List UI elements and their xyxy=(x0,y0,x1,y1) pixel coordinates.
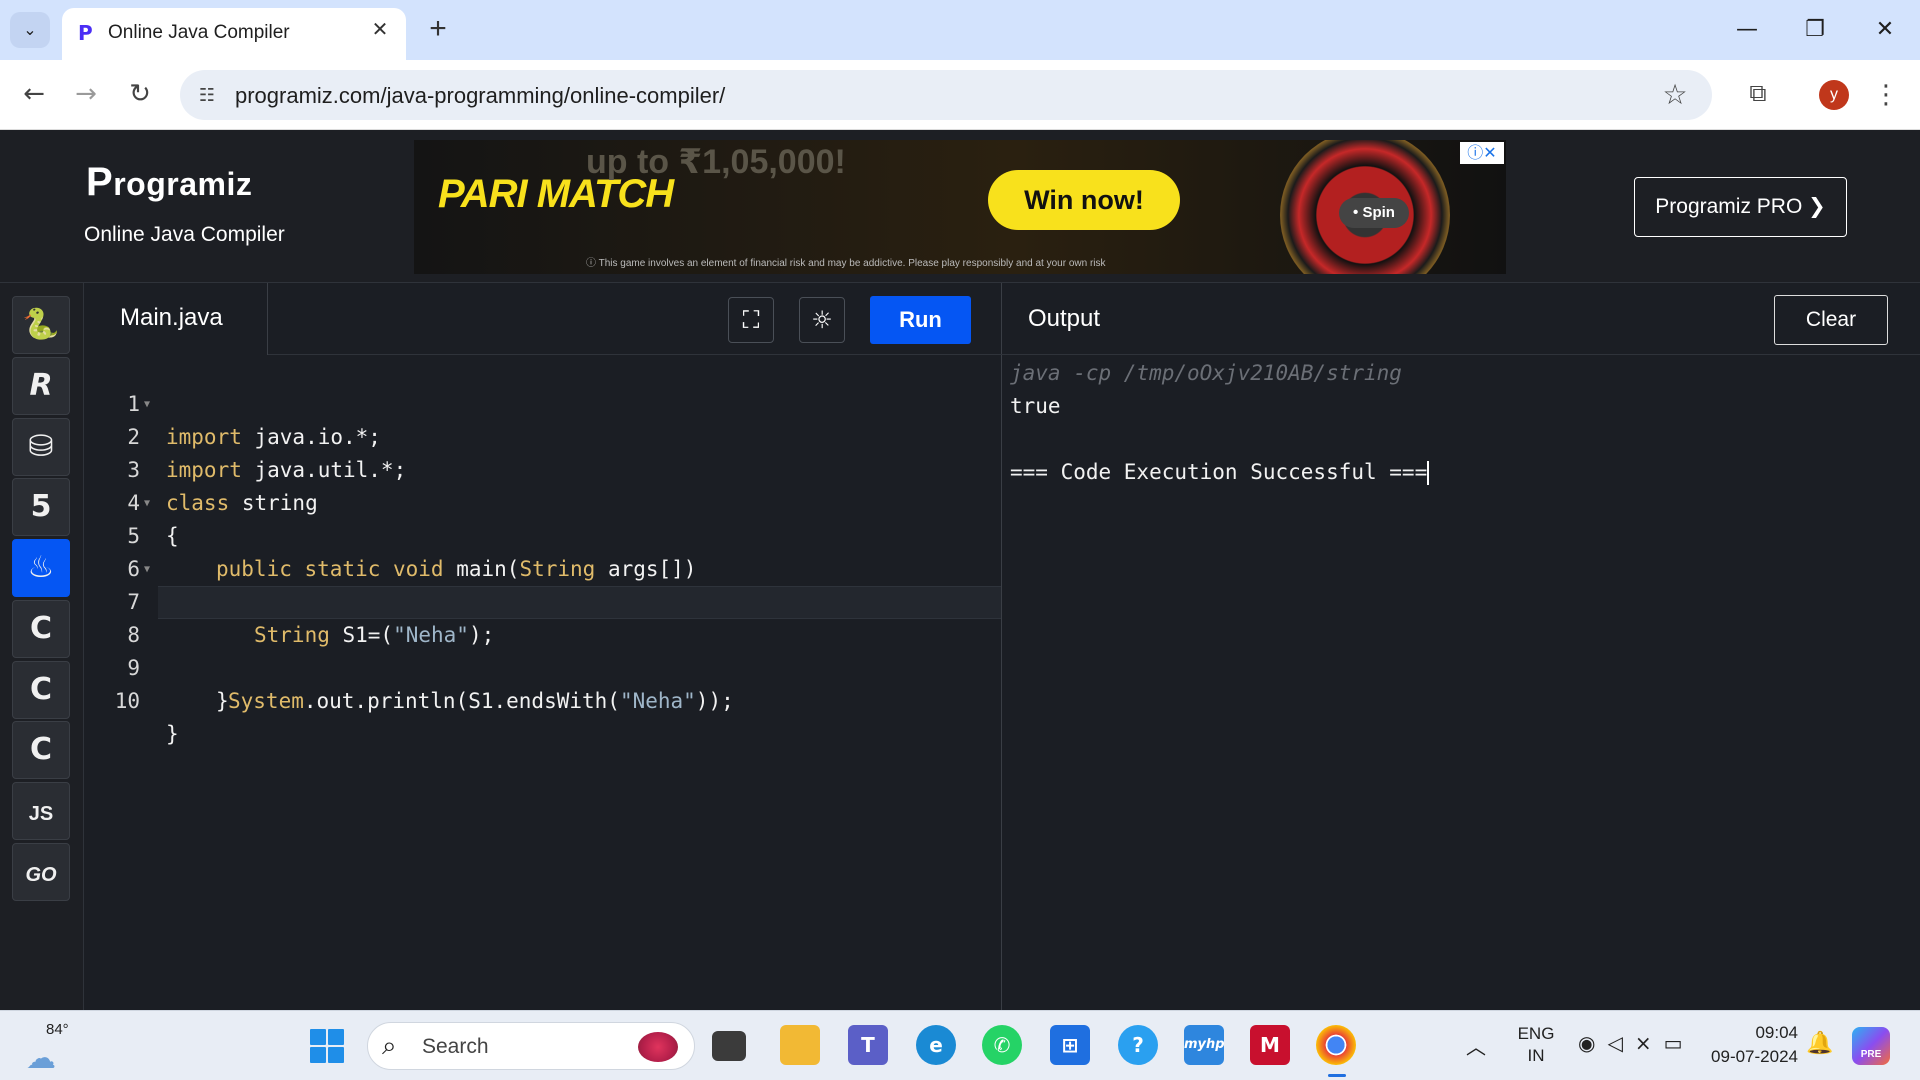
microsoft-store-icon[interactable]: ⊞ xyxy=(1050,1025,1090,1065)
editor-pane: Main.java ⛶ ☼ Run 1 ▼ import java.io.*; 2… xyxy=(84,283,1002,1010)
programiz-favicon-icon: P xyxy=(78,21,93,45)
code-line: 1 ▼ import java.io.*; xyxy=(84,355,1001,449)
ad-disclaimer: ⓘ This game involves an element of finan… xyxy=(586,258,1106,269)
weather-temperature: 84° xyxy=(46,1021,69,1038)
output-console[interactable]: java -cp /tmp/oOxjv210AB/string true === … xyxy=(1010,357,1430,489)
output-command: java -cp /tmp/oOxjv210AB/string xyxy=(1010,361,1402,385)
site-info-icon[interactable]: ☷ xyxy=(194,82,220,108)
text-cursor xyxy=(1427,461,1430,485)
mcafee-icon[interactable]: M xyxy=(1250,1025,1290,1065)
code-line: 9 } xyxy=(127,656,229,713)
input-language-indicator[interactable]: ENG IN xyxy=(1516,1023,1556,1067)
go-icon[interactable]: GO xyxy=(12,843,70,901)
reload-icon[interactable]: ↻ xyxy=(120,74,160,114)
ad-win-now-button[interactable]: Win now! xyxy=(988,170,1180,230)
browser-menu-icon[interactable]: ⋮ xyxy=(1868,74,1904,114)
code-line-current: 8 System.out.println(S1.endsWith("Neha")… xyxy=(84,586,1001,713)
code-line: 3 class string xyxy=(127,458,318,515)
code-line: 5 public static void main(String args[]) xyxy=(127,524,697,581)
theme-toggle-sun-icon[interactable]: ☼ xyxy=(799,297,845,343)
tab-title: Online Java Compiler xyxy=(108,22,290,43)
taskbar-search-box[interactable]: ⌕ Search xyxy=(367,1022,695,1070)
output-result: true xyxy=(1010,394,1061,418)
site-header: Programiz Online Java Compiler PARI MATC… xyxy=(0,130,1920,283)
tab-close-icon[interactable]: ✕ xyxy=(368,18,392,42)
file-explorer-icon[interactable] xyxy=(780,1025,820,1065)
python-icon[interactable]: 🐍 xyxy=(12,296,70,354)
search-icon: ⌕ xyxy=(382,1031,397,1061)
ad-banner[interactable]: PARI MATCH up to ₹1,05,000! Win now! • S… xyxy=(414,140,1506,274)
windows-start-icon[interactable] xyxy=(310,1029,344,1063)
address-bar[interactable]: ☷ programiz.com/java-programming/online-… xyxy=(180,70,1712,120)
chrome-icon[interactable] xyxy=(1316,1025,1356,1077)
url-text[interactable]: programiz.com/java-programming/online-co… xyxy=(235,83,725,109)
file-tab-main-java[interactable]: Main.java xyxy=(84,283,268,355)
r-icon[interactable]: R xyxy=(12,357,70,415)
programiz-pro-button[interactable]: Programiz PRO ❯ xyxy=(1634,177,1847,237)
browser-toolbar: ← → ↻ ☷ programiz.com/java-programming/o… xyxy=(0,60,1920,130)
compiler-title: Online Java Compiler xyxy=(84,223,285,246)
programiz-logo[interactable]: Programiz xyxy=(86,160,252,205)
fullscreen-icon[interactable]: ⛶ xyxy=(728,297,774,343)
notification-bell-icon[interactable]: 🔔 xyxy=(1806,1031,1833,1056)
csharp-icon[interactable]: C xyxy=(12,721,70,779)
edge-icon[interactable]: e xyxy=(916,1025,956,1065)
get-help-icon[interactable]: ? xyxy=(1118,1025,1158,1065)
code-editor[interactable]: 1 ▼ import java.io.*; 2 import java.util.… xyxy=(84,355,1002,1010)
whatsapp-icon[interactable]: ✆ xyxy=(982,1025,1022,1065)
language-sidebar: 🐍 R ⛁ 5 ♨ C C C JS GO xyxy=(0,283,84,1010)
taskbar-clock[interactable]: 09:04 09-07-2024 xyxy=(1698,1021,1798,1069)
close-window-button[interactable]: ✕ xyxy=(1860,10,1910,50)
profile-avatar[interactable]: y xyxy=(1819,80,1849,110)
javascript-icon[interactable]: JS xyxy=(12,782,70,840)
restore-button[interactable]: ❐ xyxy=(1790,10,1840,50)
run-button[interactable]: Run xyxy=(870,296,971,344)
output-status: === Code Execution Successful === xyxy=(1010,460,1428,484)
wifi-icon: ◉ xyxy=(1578,1031,1608,1055)
minimize-button[interactable]: — xyxy=(1722,10,1772,50)
code-line: 2 import java.util.*; xyxy=(127,425,407,482)
back-arrow-icon[interactable]: ← xyxy=(14,74,54,114)
cloud-icon: ☁ xyxy=(26,1042,56,1075)
show-hidden-icons-chevron-icon[interactable]: ︿ xyxy=(1466,1031,1490,1061)
battery-icon: ▭ xyxy=(1663,1031,1695,1055)
taskbar-search-placeholder: Search xyxy=(422,1035,489,1058)
browser-tab-bar: ⌄ P Online Java Compiler ✕ + — ❐ ✕ xyxy=(0,0,1920,60)
bookmark-star-icon[interactable]: ☆ xyxy=(1658,78,1692,112)
myhp-icon[interactable]: myhp xyxy=(1184,1025,1225,1065)
search-highlight-image xyxy=(638,1032,678,1062)
code-line: 7 String S1=("Neha"); xyxy=(127,590,495,647)
c-icon[interactable]: C xyxy=(12,600,70,658)
ad-choices-icon[interactable]: ⓘ✕ xyxy=(1460,142,1504,164)
clear-button[interactable]: Clear xyxy=(1774,295,1888,345)
code-line: 4 ▼ { xyxy=(84,454,1001,548)
editor-header: Main.java ⛶ ☼ Run xyxy=(84,283,1002,355)
output-pane: Output Clear java -cp /tmp/oOxjv210AB/st… xyxy=(1002,283,1920,1010)
speaker-muted-icon: ◁× xyxy=(1607,1031,1664,1055)
browser-tab[interactable]: P Online Java Compiler ✕ xyxy=(62,8,406,60)
cpp-icon[interactable]: C xyxy=(12,661,70,719)
code-line: 10 } xyxy=(114,689,179,746)
copilot-icon[interactable]: PRE xyxy=(1852,1027,1890,1065)
weather-widget[interactable]: ☁ 84° xyxy=(26,1021,76,1075)
java-icon[interactable]: ♨ xyxy=(12,539,70,597)
tab-search-chevron-icon[interactable]: ⌄ xyxy=(10,12,50,48)
html5-icon[interactable]: 5 xyxy=(12,478,70,536)
task-view-icon[interactable] xyxy=(712,1031,746,1061)
sql-database-icon[interactable]: ⛁ xyxy=(12,418,70,476)
output-header: Output Clear xyxy=(1002,283,1920,355)
ad-spin-label: • Spin xyxy=(1339,198,1409,228)
new-tab-button[interactable]: + xyxy=(420,12,456,48)
system-tray-icons[interactable]: ◉◁×▭ xyxy=(1578,1031,1695,1055)
extensions-puzzle-icon[interactable]: ⧉ xyxy=(1738,74,1778,114)
teams-icon[interactable]: T xyxy=(848,1025,888,1065)
ad-headline: up to ₹1,05,000! xyxy=(586,143,846,181)
windows-taskbar: ☁ 84° ⌕ Search T e ✆ ⊞ ? myhp M ︿ ENG IN … xyxy=(0,1010,1920,1080)
output-title: Output xyxy=(1028,305,1101,332)
code-line: 6▼ { xyxy=(84,520,1001,614)
forward-arrow-icon[interactable]: → xyxy=(66,74,106,114)
